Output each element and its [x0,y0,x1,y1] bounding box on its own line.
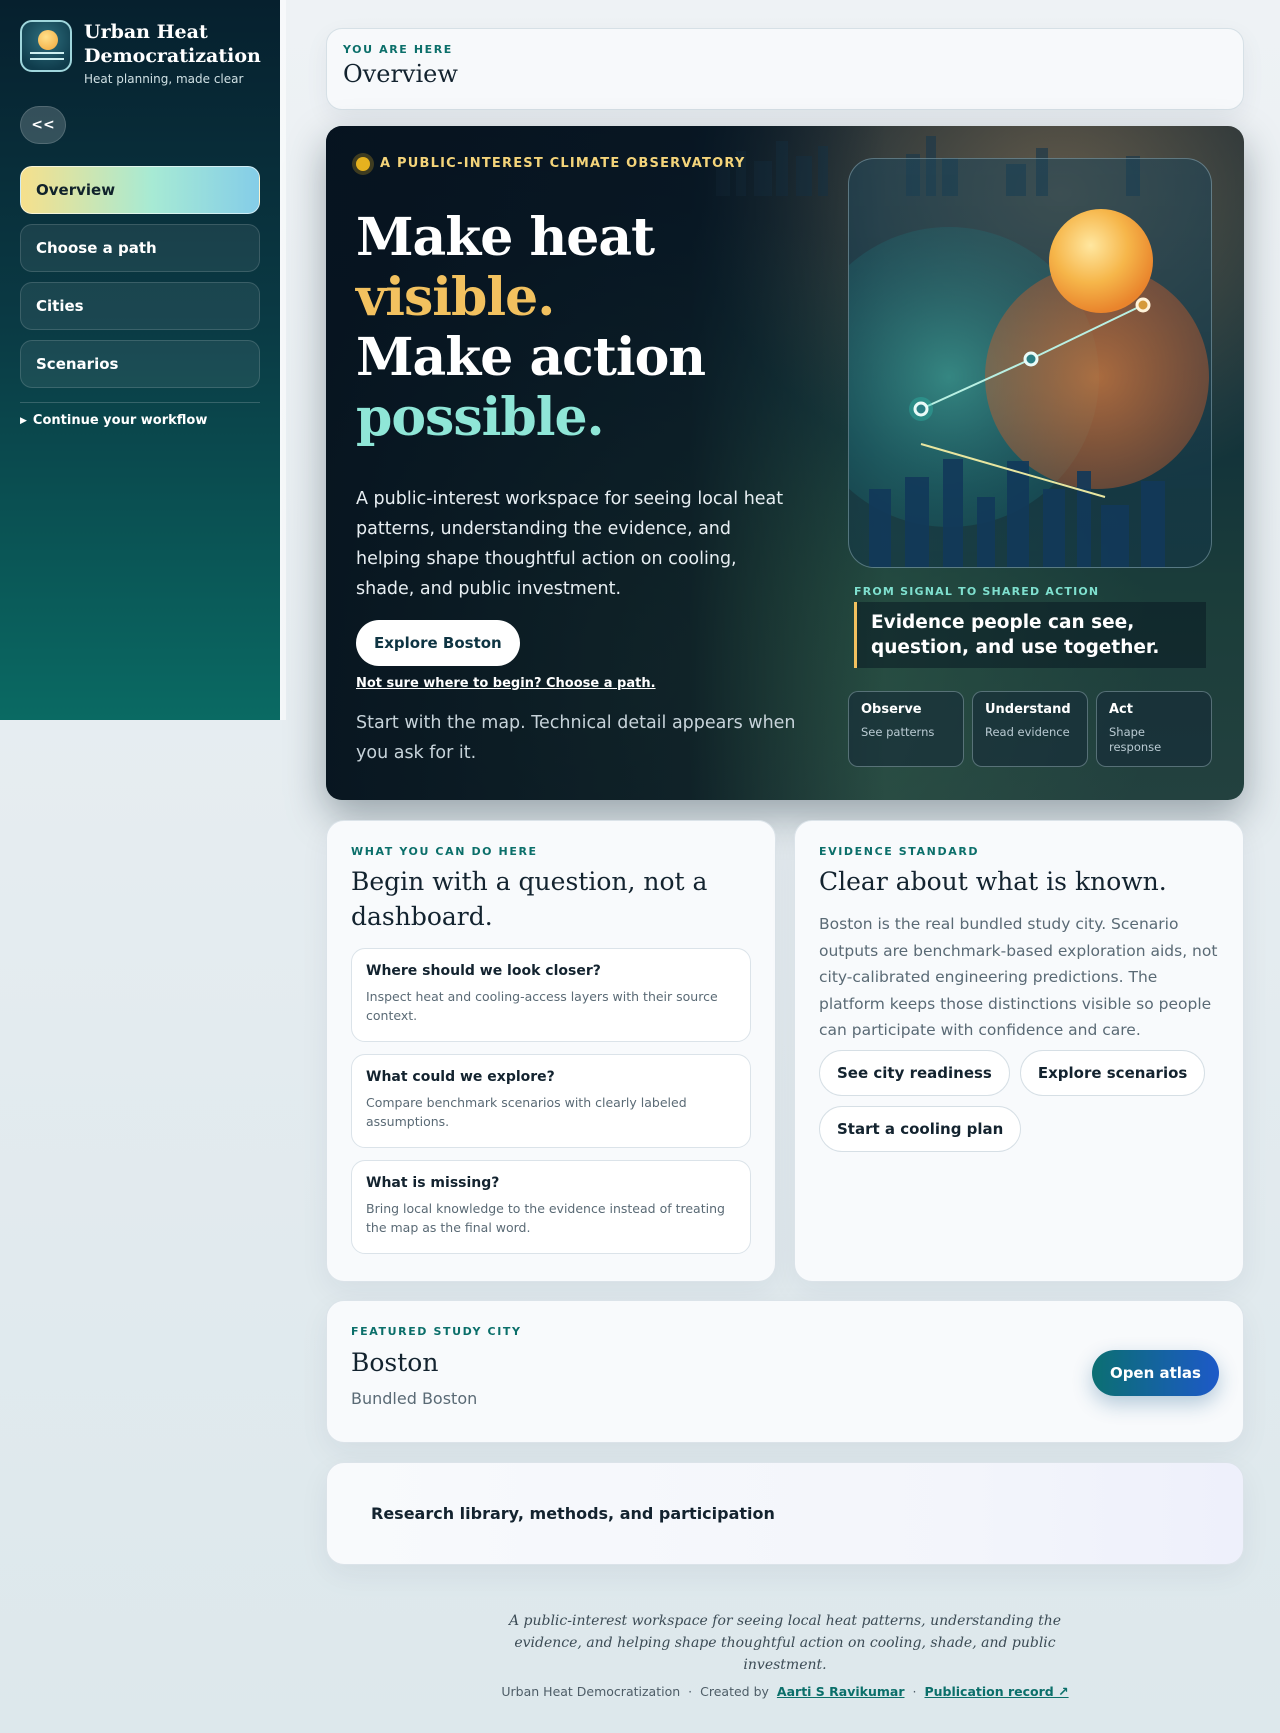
hero: A PUBLIC-INTEREST CLIMATE OBSERVATORY Ma… [326,126,1244,800]
research-disclosure[interactable]: Research library, methods, and participa… [326,1462,1244,1565]
evidence-text: Boston is the real bundled study city. S… [819,915,1218,1039]
list-item[interactable]: What could we explore? Compare benchmark… [351,1054,751,1148]
brand-title: Urban Heat Democratization [84,21,261,67]
choose-path-link[interactable]: Not sure where to begin? Choose a path. [356,676,656,691]
open-atlas-button[interactable]: Open atlas [1091,1350,1219,1396]
footer-separator: · [912,1684,917,1699]
step-subtitle: See patterns [861,725,935,739]
sidebar-divider [20,402,260,403]
sidebar-nav: Overview Choose a path Cities Scenarios [20,166,260,388]
question-description: Bring local knowledge to the evidence in… [366,1201,725,1235]
explore-scenarios-button[interactable]: Explore scenarios [1019,1049,1206,1096]
research-label: Research library, methods, and participa… [371,1504,775,1523]
headline-line-1: Make heat [356,207,655,268]
footer-created-by: Created by [700,1684,769,1699]
list-item[interactable]: Where should we look closer? Inspect hea… [351,948,751,1042]
signal-quote: Evidence people can see, question, and u… [854,602,1206,668]
hero-headline: Make heat visible. Make action possible. [356,207,706,448]
question-title: What could we explore? [366,1069,555,1085]
step-observe: Observe See patterns [848,691,964,767]
step-subtitle: Shape response [1109,725,1162,754]
step-act: Act Shape response [1096,691,1212,767]
sidebar-item-overview[interactable]: Overview [20,166,260,214]
action-steps: Observe See patterns Understand Read evi… [848,691,1212,767]
question-description: Inspect heat and cooling-access layers w… [366,989,718,1023]
questions-card: WHAT YOU CAN DO HERE Begin with a questi… [326,820,776,1282]
sidebar-item-choose-a-path[interactable]: Choose a path [20,224,260,272]
footer-app-name: Urban Heat Democratization [501,1684,681,1699]
hero-eyebrow-label: A PUBLIC-INTEREST CLIMATE OBSERVATORY [380,156,746,171]
triangle-right-icon: ▶ [20,415,27,426]
brand: Urban Heat Democratization Heat planning… [20,20,261,86]
footer-separator: · [688,1684,693,1699]
evidence-title: Clear about what is known. [819,867,1167,896]
featured-city-subtitle: Bundled Boston [351,1389,478,1408]
brand-logo-icon [20,20,72,72]
breadcrumb-eyebrow: YOU ARE HERE [343,43,453,56]
collapse-sidebar-button[interactable]: << [20,106,66,144]
hero-eyebrow: A PUBLIC-INTEREST CLIMATE OBSERVATORY [356,156,745,171]
list-item[interactable]: What is missing? Bring local knowledge t… [351,1160,751,1254]
continue-workflow-toggle[interactable]: ▶ Continue your workflow [20,413,260,428]
continue-workflow-label: Continue your workflow [32,413,208,428]
headline-line-4: possible. [356,387,605,448]
step-title: Act [1109,702,1133,717]
questions-eyebrow: WHAT YOU CAN DO HERE [351,845,538,858]
step-subtitle: Read evidence [985,725,1070,739]
hero-note: Start with the map. Technical detail app… [356,713,796,763]
step-title: Understand [985,702,1071,717]
headline-line-2: visible. [356,267,555,328]
hero-description: A public-interest workspace for seeing l… [356,489,784,599]
featured-city-card: FEATURED STUDY CITY Boston Bundled Bosto… [326,1300,1244,1443]
heat-visualization [848,158,1212,568]
evidence-card: EVIDENCE STANDARD Clear about what is kn… [794,820,1244,1282]
evidence-eyebrow: EVIDENCE STANDARD [819,845,980,858]
headline-line-3: Make action [356,327,706,388]
footer: A public-interest workspace for seeing l… [326,1610,1244,1699]
footer-tagline: A public-interest workspace for seeing l… [508,1613,1062,1673]
page-title: Overview [343,60,458,88]
start-cooling-plan-button[interactable]: Start a cooling plan [819,1105,1022,1152]
breadcrumb: YOU ARE HERE Overview [326,28,1244,110]
heat-visualization-graphic [849,209,1209,567]
author-link[interactable]: Aarti S Ravikumar [777,1684,905,1699]
question-list: Where should we look closer? Inspect hea… [351,948,751,1254]
question-title: Where should we look closer? [366,963,601,979]
question-title: What is missing? [366,1175,500,1191]
question-description: Compare benchmark scenarios with clearly… [366,1095,687,1129]
step-title: Observe [861,702,922,717]
sidebar: Urban Heat Democratization Heat planning… [0,0,280,720]
explore-boston-button[interactable]: Explore Boston [356,620,520,666]
brand-subtitle: Heat planning, made clear [84,72,244,86]
see-city-readiness-button[interactable]: See city readiness [819,1049,1010,1096]
status-dot-icon [356,156,370,171]
signal-eyebrow: FROM SIGNAL TO SHARED ACTION [854,585,1100,598]
evidence-actions: See city readiness Explore scenarios Sta… [819,1049,1219,1152]
sidebar-item-cities[interactable]: Cities [20,282,260,330]
featured-eyebrow: FEATURED STUDY CITY [351,1325,522,1338]
footer-meta: Urban Heat Democratization · Created by … [326,1684,1244,1699]
featured-city-title: Boston [351,1348,439,1377]
questions-title: Begin with a question, not a dashboard. [351,867,708,931]
publication-record-link[interactable]: Publication record ↗ [924,1684,1068,1699]
step-understand: Understand Read evidence [972,691,1088,767]
sidebar-item-scenarios[interactable]: Scenarios [20,340,260,388]
